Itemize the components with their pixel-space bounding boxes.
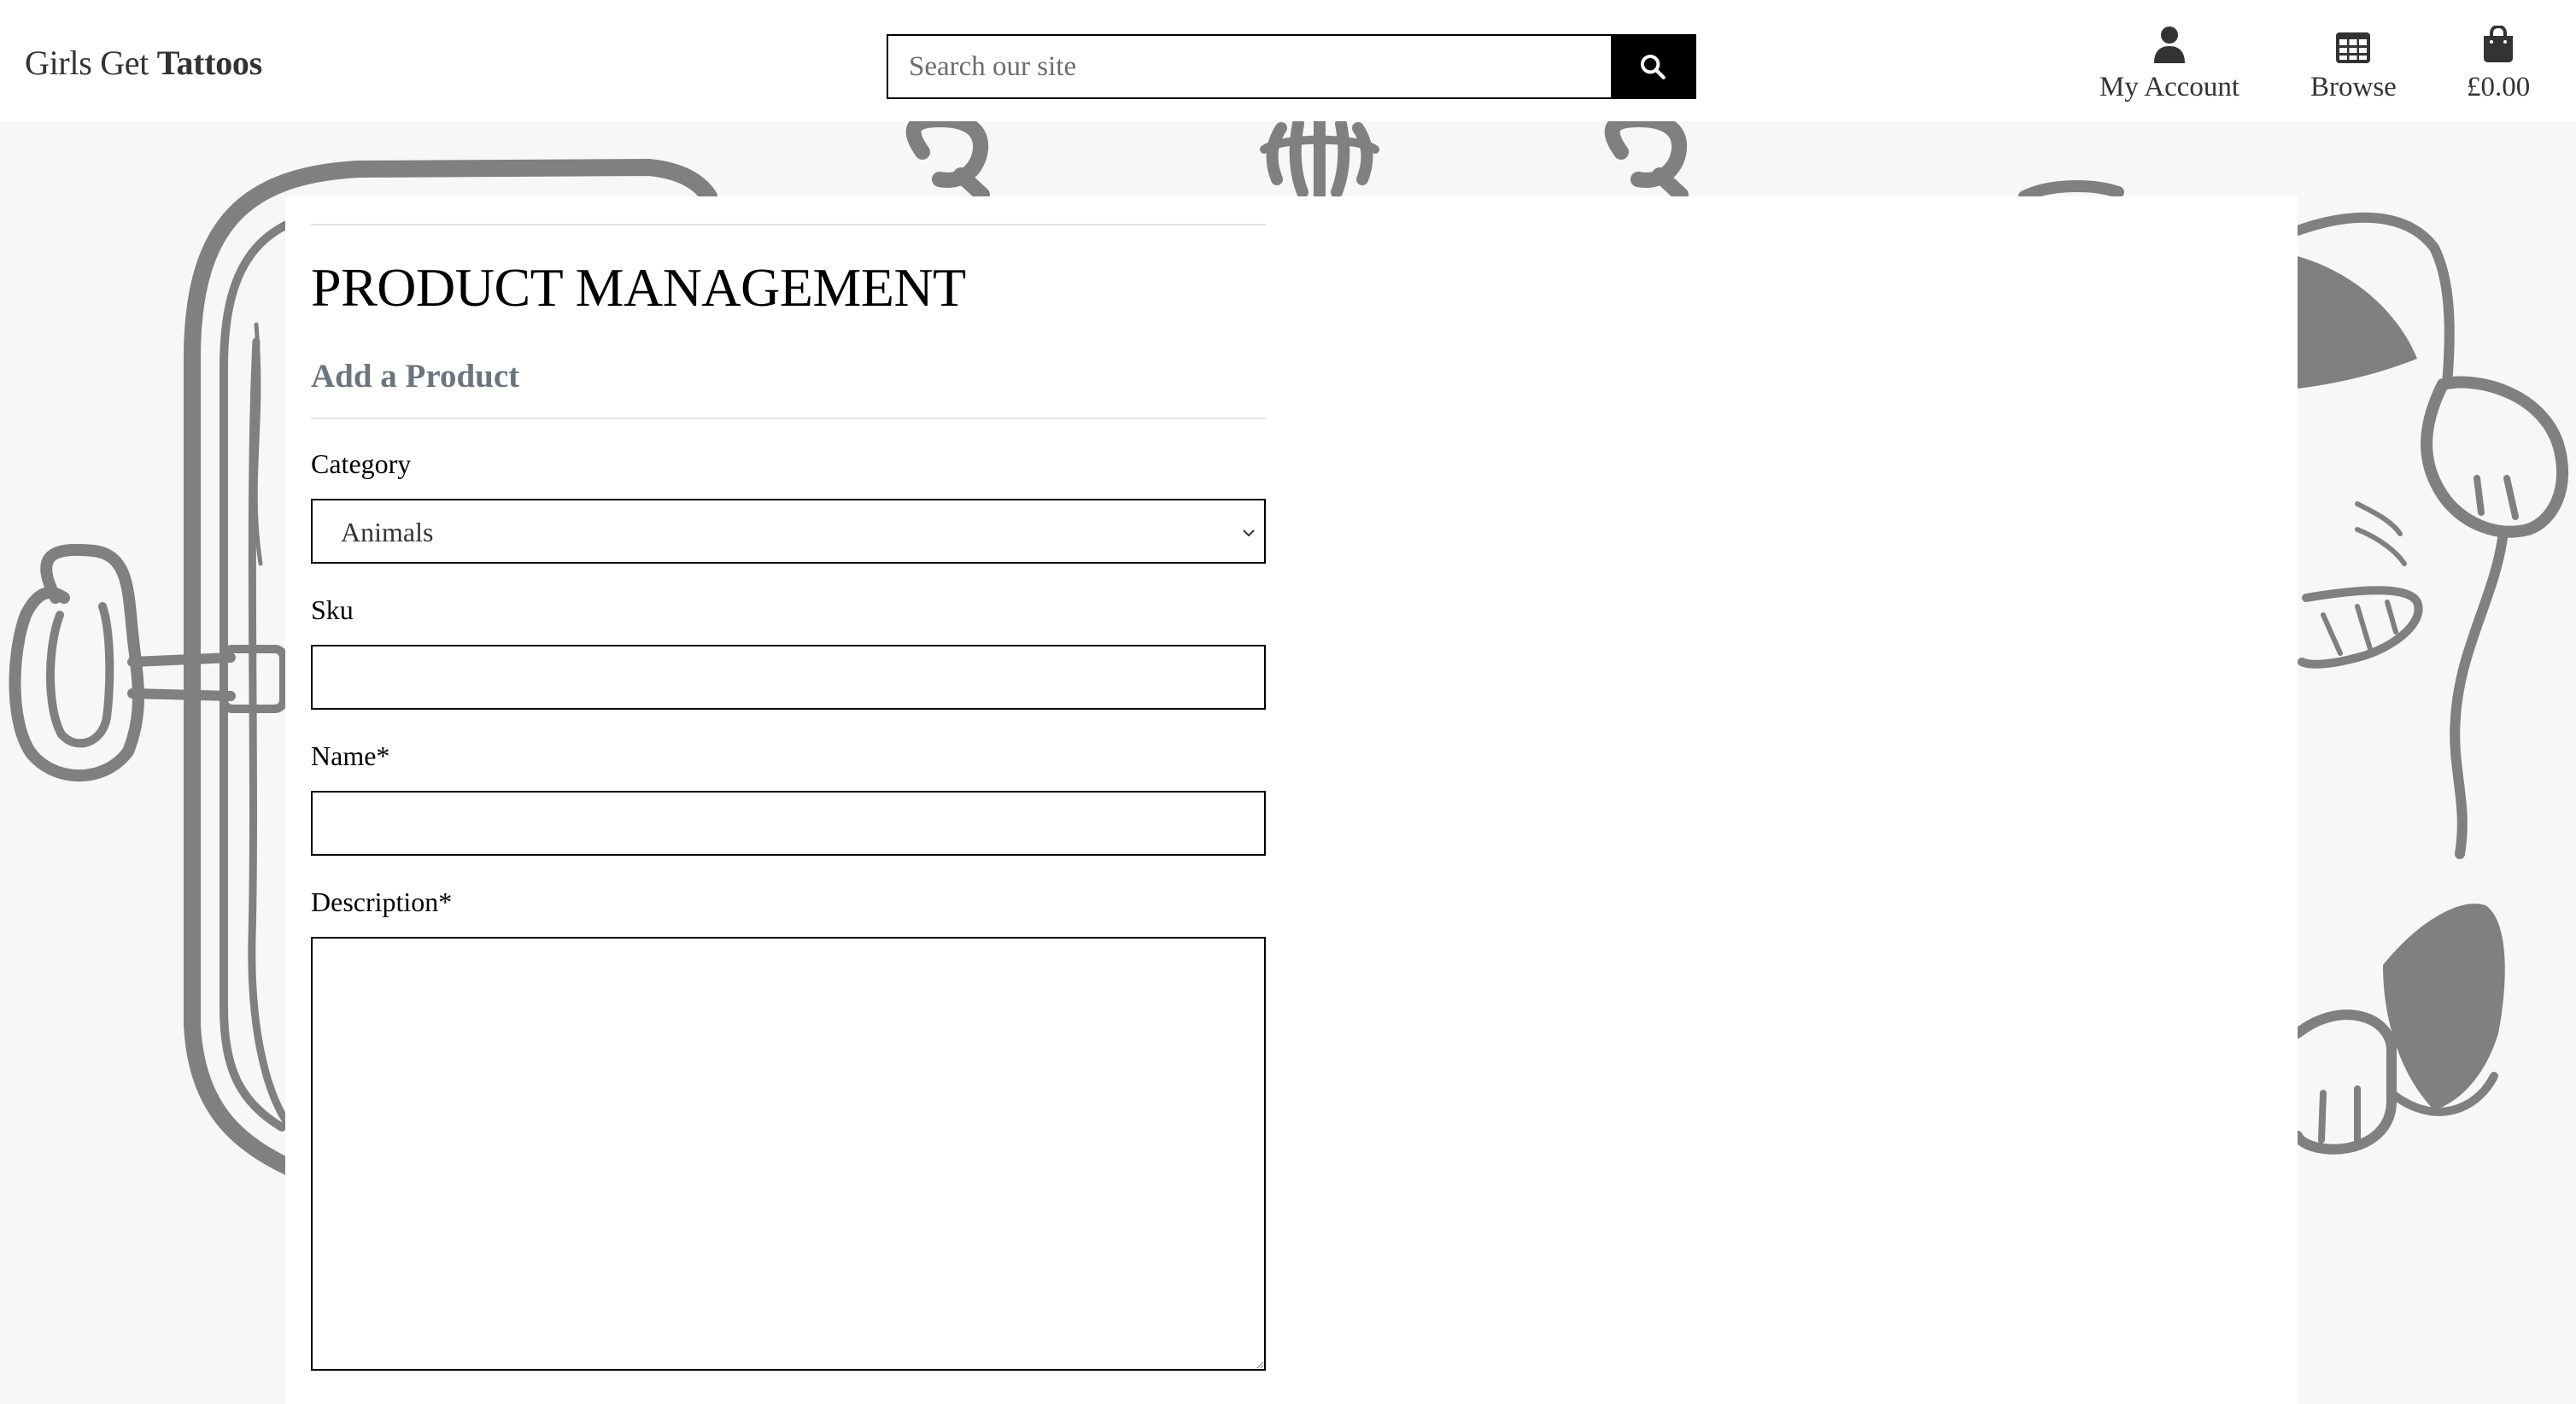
search-form [887, 34, 1696, 99]
nav-my-account-label: My Account [2099, 72, 2240, 102]
add-product-form: Category Animals Sku Name* Description* [311, 448, 1266, 1371]
name-label: Name* [311, 740, 390, 771]
main-content-panel: PRODUCT MANAGEMENT Add a Product Categor… [285, 196, 2298, 1404]
site-logo[interactable]: Girls Get Tattoos [25, 43, 262, 83]
name-input[interactable] [311, 791, 1266, 856]
search-input[interactable] [888, 36, 1611, 97]
product-form-column: PRODUCT MANAGEMENT Add a Product Categor… [311, 196, 1266, 1371]
description-label: Description* [311, 886, 453, 917]
top-divider [311, 224, 1266, 225]
category-selected-value: Animals [341, 517, 434, 547]
brand-name-part2: Tattoos [156, 44, 262, 82]
sku-label: Sku [311, 594, 354, 625]
search-icon [1640, 54, 1666, 79]
brand-name-part1: Girls Get [25, 44, 149, 82]
description-textarea[interactable] [311, 937, 1266, 1371]
nav-browse[interactable]: Browse [2310, 24, 2397, 103]
page-title: PRODUCT MANAGEMENT [311, 257, 966, 318]
page-subtitle: Add a Product [311, 358, 520, 395]
nav-cart[interactable]: £0.00 [2467, 24, 2530, 103]
category-select[interactable]: Animals [311, 499, 1266, 564]
nav-my-account[interactable]: My Account [2099, 24, 2239, 103]
subtitle-divider [311, 418, 1266, 419]
site-header: Girls Get Tattoos My Account [0, 0, 2576, 121]
shopping-bag-icon [2482, 24, 2515, 63]
grid-icon [2336, 24, 2371, 63]
cart-total: £0.00 [2467, 72, 2531, 102]
search-button[interactable] [1611, 36, 1695, 97]
user-icon [2154, 24, 2186, 63]
nav-browse-label: Browse [2310, 72, 2397, 102]
category-label: Category [311, 448, 412, 479]
chevron-down-icon [1243, 529, 1255, 537]
sku-input[interactable] [311, 645, 1266, 710]
